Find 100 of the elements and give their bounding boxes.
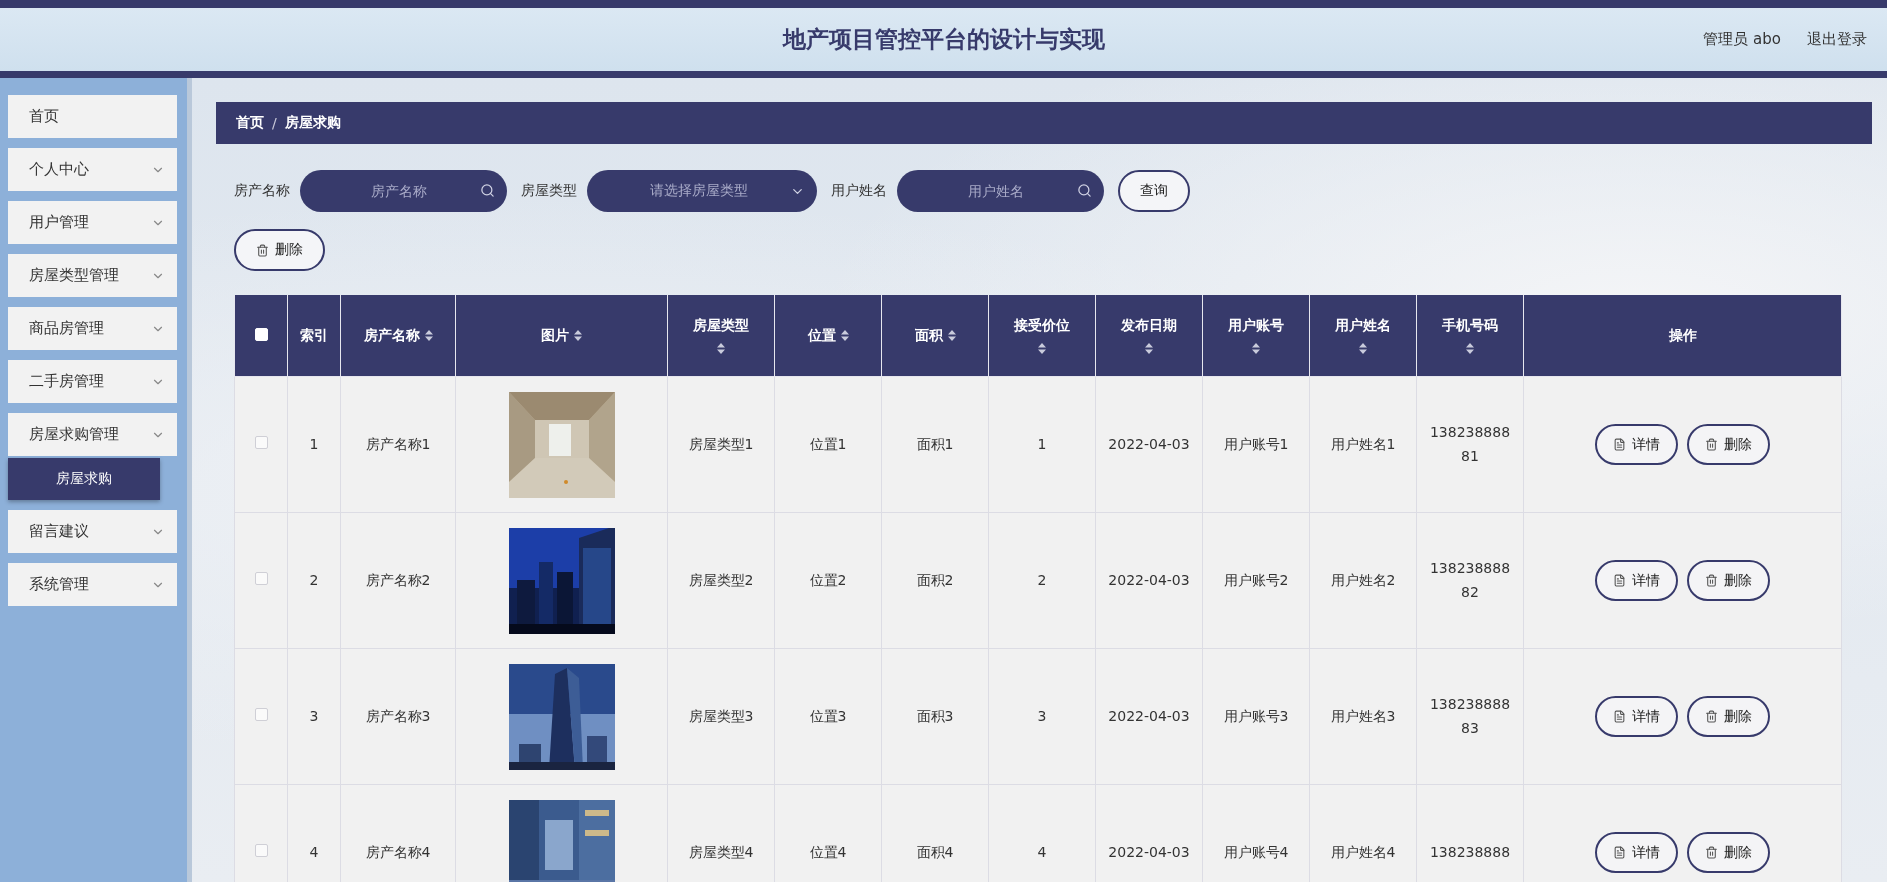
table-cell: 3 bbox=[309, 707, 319, 724]
table-cell: 2022-04-03 bbox=[1108, 571, 1190, 588]
trash-icon bbox=[256, 243, 269, 257]
sort-icon[interactable] bbox=[1466, 343, 1474, 354]
sort-icon[interactable] bbox=[1038, 343, 1046, 354]
table-cell: 3 bbox=[1037, 707, 1047, 724]
sort-icon[interactable] bbox=[717, 343, 725, 354]
column-header[interactable]: 面积 bbox=[881, 295, 989, 377]
delete-button[interactable]: 删除 bbox=[1687, 696, 1770, 737]
column-header[interactable]: 图片 bbox=[455, 295, 668, 377]
table-cell: 2022-04-03 bbox=[1108, 435, 1190, 452]
table-cell: 用户账号2 bbox=[1223, 571, 1289, 588]
sidebar-item[interactable]: 二手房管理 bbox=[8, 360, 177, 403]
sidebar-subitem[interactable]: 房屋求购 bbox=[8, 458, 160, 500]
column-header: 操作 bbox=[1523, 295, 1842, 377]
table-cell: 用户账号1 bbox=[1223, 435, 1289, 452]
site-title: 地产项目管控平台的设计与实现 bbox=[782, 25, 1105, 54]
logout-link[interactable]: 退出登录 bbox=[1807, 30, 1867, 49]
delete-button[interactable]: 删除 bbox=[234, 229, 325, 271]
search-icon bbox=[480, 183, 495, 198]
table-cell: 房产名称2 bbox=[365, 571, 431, 588]
sort-icon[interactable] bbox=[1359, 343, 1367, 354]
sidebar-item[interactable]: 系统管理 bbox=[8, 563, 177, 606]
table-cell: 面积4 bbox=[916, 843, 954, 860]
table-cell: 房屋类型3 bbox=[688, 707, 754, 724]
sidebar-item[interactable]: 个人中心 bbox=[8, 148, 177, 191]
column-header[interactable]: 房屋类型 bbox=[667, 295, 775, 377]
table-cell: 2022-04-03 bbox=[1108, 843, 1190, 860]
trash-icon bbox=[1705, 438, 1718, 451]
table-cell: 用户账号3 bbox=[1223, 707, 1289, 724]
sidebar-item[interactable]: 房屋求购管理 bbox=[8, 413, 177, 456]
column-header[interactable]: 用户姓名 bbox=[1309, 295, 1417, 377]
detail-button[interactable]: 详情 bbox=[1595, 424, 1678, 465]
column-header[interactable]: 房产名称 bbox=[340, 295, 456, 377]
sort-icon[interactable] bbox=[424, 330, 433, 341]
sort-icon[interactable] bbox=[947, 330, 956, 341]
sidebar-item[interactable]: 用户管理 bbox=[8, 201, 177, 244]
sort-icon[interactable] bbox=[840, 330, 849, 341]
table-cell: 1 bbox=[1037, 435, 1047, 452]
table-cell: 用户账号4 bbox=[1223, 843, 1289, 860]
table-cell: 房屋类型4 bbox=[688, 843, 754, 860]
sidebar-item[interactable]: 留言建议 bbox=[8, 510, 177, 553]
row-checkbox[interactable] bbox=[254, 435, 268, 449]
table-cell: 位置1 bbox=[809, 435, 847, 452]
table-cell: 面积1 bbox=[916, 435, 954, 452]
table-cell: 房产名称1 bbox=[365, 435, 431, 452]
delete-button[interactable]: 删除 bbox=[1687, 424, 1770, 465]
document-icon bbox=[1613, 710, 1626, 723]
breadcrumb-link[interactable]: 首页 bbox=[236, 114, 264, 132]
search-field[interactable]: 房产名称 bbox=[300, 170, 507, 212]
column-header[interactable]: 发布日期 bbox=[1095, 295, 1203, 377]
sort-icon[interactable] bbox=[574, 330, 582, 341]
sidebar-item[interactable]: 首页 bbox=[8, 95, 177, 138]
table-cell: 13823888881 bbox=[1429, 423, 1511, 464]
table-cell: 房屋类型1 bbox=[688, 435, 754, 452]
user-name: 管理员 abo bbox=[1703, 30, 1781, 49]
table-cell: 2022-04-03 bbox=[1108, 707, 1190, 724]
table-cell: 用户姓名3 bbox=[1330, 707, 1396, 724]
delete-button[interactable]: 删除 bbox=[1687, 832, 1770, 873]
select-all-checkbox[interactable] bbox=[254, 327, 268, 341]
filter-label: 房屋类型 bbox=[521, 182, 577, 200]
column-header[interactable] bbox=[234, 295, 288, 377]
trash-icon bbox=[1705, 710, 1718, 723]
search-button[interactable]: 查询 bbox=[1118, 170, 1190, 212]
type-select[interactable]: 请选择房屋类型 bbox=[587, 170, 817, 212]
breadcrumb-separator: / bbox=[272, 115, 277, 131]
table-cell: 2 bbox=[309, 571, 319, 588]
document-icon bbox=[1613, 574, 1626, 587]
column-header[interactable]: 用户账号 bbox=[1202, 295, 1310, 377]
delete-button[interactable]: 删除 bbox=[1687, 560, 1770, 601]
row-checkbox[interactable] bbox=[254, 843, 268, 857]
filter-label: 房产名称 bbox=[234, 182, 290, 200]
document-icon bbox=[1613, 846, 1626, 859]
table-cell: 用户姓名2 bbox=[1330, 571, 1396, 588]
row-checkbox[interactable] bbox=[254, 707, 268, 721]
table-cell: 用户姓名1 bbox=[1330, 435, 1396, 452]
row-checkbox[interactable] bbox=[254, 571, 268, 585]
table-cell: 4 bbox=[1037, 843, 1047, 860]
table-cell: 位置3 bbox=[809, 707, 847, 724]
search-field[interactable]: 用户姓名 bbox=[897, 170, 1104, 212]
table-cell: 位置4 bbox=[809, 843, 847, 860]
detail-button[interactable]: 详情 bbox=[1595, 832, 1678, 873]
table-cell: 面积3 bbox=[916, 707, 954, 724]
table-cell: 房屋类型2 bbox=[688, 571, 754, 588]
trash-icon bbox=[1705, 846, 1718, 859]
table-cell: 房产名称3 bbox=[365, 707, 431, 724]
trash-icon bbox=[1705, 574, 1718, 587]
sort-icon[interactable] bbox=[1252, 343, 1260, 354]
detail-button[interactable]: 详情 bbox=[1595, 560, 1678, 601]
sort-icon[interactable] bbox=[1145, 343, 1153, 354]
table-cell: 房产名称4 bbox=[365, 843, 431, 860]
detail-button[interactable]: 详情 bbox=[1595, 696, 1678, 737]
sidebar-item[interactable]: 房屋类型管理 bbox=[8, 254, 177, 297]
column-header[interactable]: 手机号码 bbox=[1416, 295, 1524, 377]
column-header: 索引 bbox=[287, 295, 341, 377]
breadcrumb-link[interactable]: 房屋求购 bbox=[284, 114, 341, 132]
column-header[interactable]: 接受价位 bbox=[988, 295, 1096, 377]
column-header[interactable]: 位置 bbox=[774, 295, 882, 377]
sidebar-item[interactable]: 商品房管理 bbox=[8, 307, 177, 350]
table-cell: 位置2 bbox=[809, 571, 847, 588]
